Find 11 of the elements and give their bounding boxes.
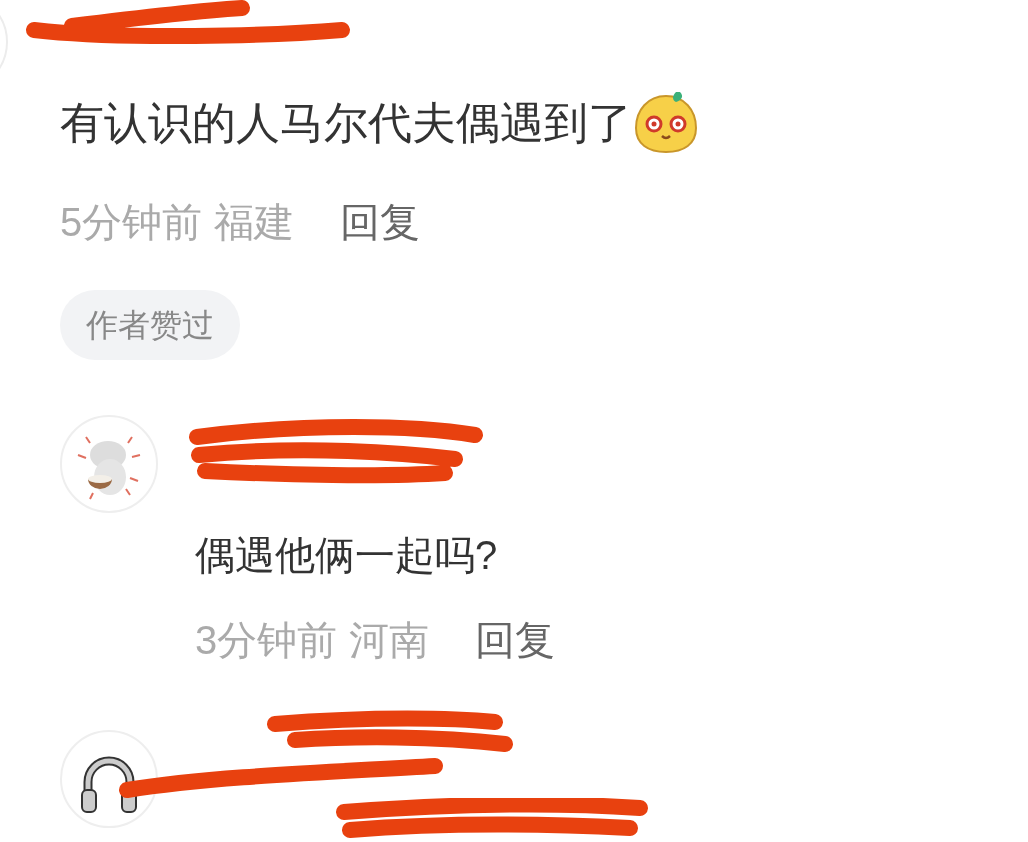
comment-location: 福建 [214,199,295,246]
comment-time: 5分钟前 [60,199,203,246]
reply-link[interactable]: 回复 [475,612,556,668]
avatar[interactable] [60,730,158,828]
reply-location: 河南 [349,617,430,664]
reply-link[interactable]: 回复 [340,194,421,250]
reply-text: 偶遇他俩一起吗? [195,532,499,579]
reply-time: 3分钟前 [195,617,338,664]
comment-text: 有认识的人马尔代夫偶遇到了 [60,97,632,149]
emoji-icon [632,90,700,156]
author-liked-badge: 作者赞过 [60,290,240,360]
